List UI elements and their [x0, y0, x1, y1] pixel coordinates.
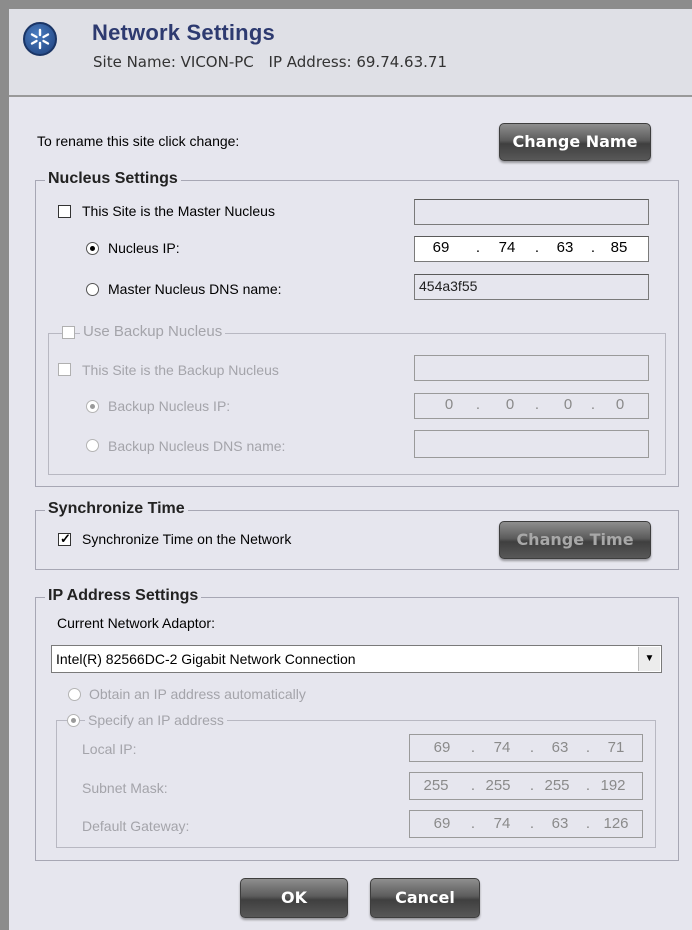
use-backup-checkbox[interactable]: [62, 326, 75, 339]
nucleus-ip-input[interactable]: 69 . 74 . 63 . 85: [414, 236, 649, 262]
obtain-ip-auto-label: Obtain an IP address automatically: [89, 686, 306, 702]
ip-octet: 0: [615, 396, 625, 413]
master-nucleus-checkbox[interactable]: [58, 205, 71, 218]
window-frame-left: [0, 0, 9, 930]
sync-time-label: Synchronize Time on the Network: [82, 531, 292, 547]
ip-octet: 0: [505, 396, 515, 413]
ip-octet: 71: [607, 739, 625, 756]
ip-octet: 255: [423, 777, 449, 794]
ip-octet: 63: [556, 239, 574, 256]
adaptor-label: Current Network Adaptor:: [57, 615, 215, 631]
master-nucleus-field: [414, 199, 649, 225]
ip-octet: 74: [498, 239, 516, 256]
master-dns-radio[interactable]: [86, 283, 99, 296]
subnet-mask-input[interactable]: 255 . 255 . 255 . 192: [409, 772, 643, 800]
site-name-text: Site Name: VICON-PC: [93, 53, 254, 71]
ip-octet: 0: [563, 396, 573, 413]
adaptor-value: Intel(R) 82566DC-2 Gigabit Network Conne…: [56, 651, 356, 667]
network-adaptor-select[interactable]: Intel(R) 82566DC-2 Gigabit Network Conne…: [51, 645, 662, 673]
master-dns-label: Master Nucleus DNS name:: [108, 281, 282, 297]
master-dns-input[interactable]: 454a3f55: [414, 274, 649, 300]
ip-octet: 126: [603, 815, 629, 832]
specify-ip-radio[interactable]: [67, 714, 80, 727]
default-gateway-input[interactable]: 69 . 74 . 63 . 126: [409, 810, 643, 838]
chevron-down-icon[interactable]: ▼: [638, 647, 660, 671]
ip-octet: 69: [432, 239, 450, 256]
ip-octet: 192: [600, 777, 626, 794]
ip-settings-title: IP Address Settings: [45, 587, 202, 605]
nucleus-ip-label: Nucleus IP:: [108, 240, 180, 256]
local-ip-input[interactable]: 69 . 74 . 63 . 71: [409, 734, 643, 762]
master-dns-value: 454a3f55: [419, 278, 478, 294]
backup-ip-input[interactable]: 0 . 0 . 0 . 0: [414, 393, 649, 419]
ip-octet: 74: [493, 815, 511, 832]
backup-dns-input[interactable]: [414, 430, 649, 458]
ip-octet: 255: [544, 777, 570, 794]
change-name-button[interactable]: Change Name: [499, 123, 651, 161]
local-ip-label: Local IP:: [82, 741, 137, 757]
backup-site-field: [414, 355, 649, 381]
ip-octet: 69: [433, 739, 451, 756]
page-title: Network Settings: [92, 20, 275, 45]
backup-site-checkbox[interactable]: [58, 363, 71, 376]
ip-octet: 74: [493, 739, 511, 756]
ip-octet: 69: [433, 815, 451, 832]
ip-octet: 85: [610, 239, 628, 256]
backup-dns-radio[interactable]: [86, 439, 99, 452]
master-nucleus-label: This Site is the Master Nucleus: [82, 203, 275, 219]
ip-address-text: IP Address: 69.74.63.71: [268, 53, 447, 71]
backup-site-label: This Site is the Backup Nucleus: [82, 362, 279, 378]
use-backup-label: Use Backup Nucleus: [80, 323, 226, 340]
default-gateway-label: Default Gateway:: [82, 818, 190, 834]
backup-ip-label: Backup Nucleus IP:: [108, 398, 231, 414]
network-star-icon: [23, 22, 57, 56]
ok-button[interactable]: OK: [240, 878, 348, 918]
site-info: Site Name: VICON-PC IP Address: 69.74.63…: [93, 53, 457, 71]
specify-ip-label: Specify an IP address: [85, 712, 227, 728]
subnet-mask-label: Subnet Mask:: [82, 780, 168, 796]
obtain-ip-auto-radio[interactable]: [68, 688, 81, 701]
backup-dns-label: Backup Nucleus DNS name:: [108, 438, 286, 454]
ip-octet: 63: [551, 739, 569, 756]
sync-time-checkbox[interactable]: ✓: [58, 531, 71, 546]
backup-ip-radio[interactable]: [86, 400, 99, 413]
window-frame-top: [0, 0, 692, 9]
ip-octet: 0: [444, 396, 454, 413]
cancel-button[interactable]: Cancel: [370, 878, 480, 918]
change-time-button[interactable]: Change Time: [499, 521, 651, 559]
sync-time-title: Synchronize Time: [45, 500, 188, 518]
nucleus-settings-title: Nucleus Settings: [45, 170, 181, 188]
ip-octet: 255: [485, 777, 511, 794]
rename-instruction: To rename this site click change:: [37, 133, 240, 149]
ip-octet: 63: [551, 815, 569, 832]
nucleus-ip-radio[interactable]: [86, 242, 99, 255]
